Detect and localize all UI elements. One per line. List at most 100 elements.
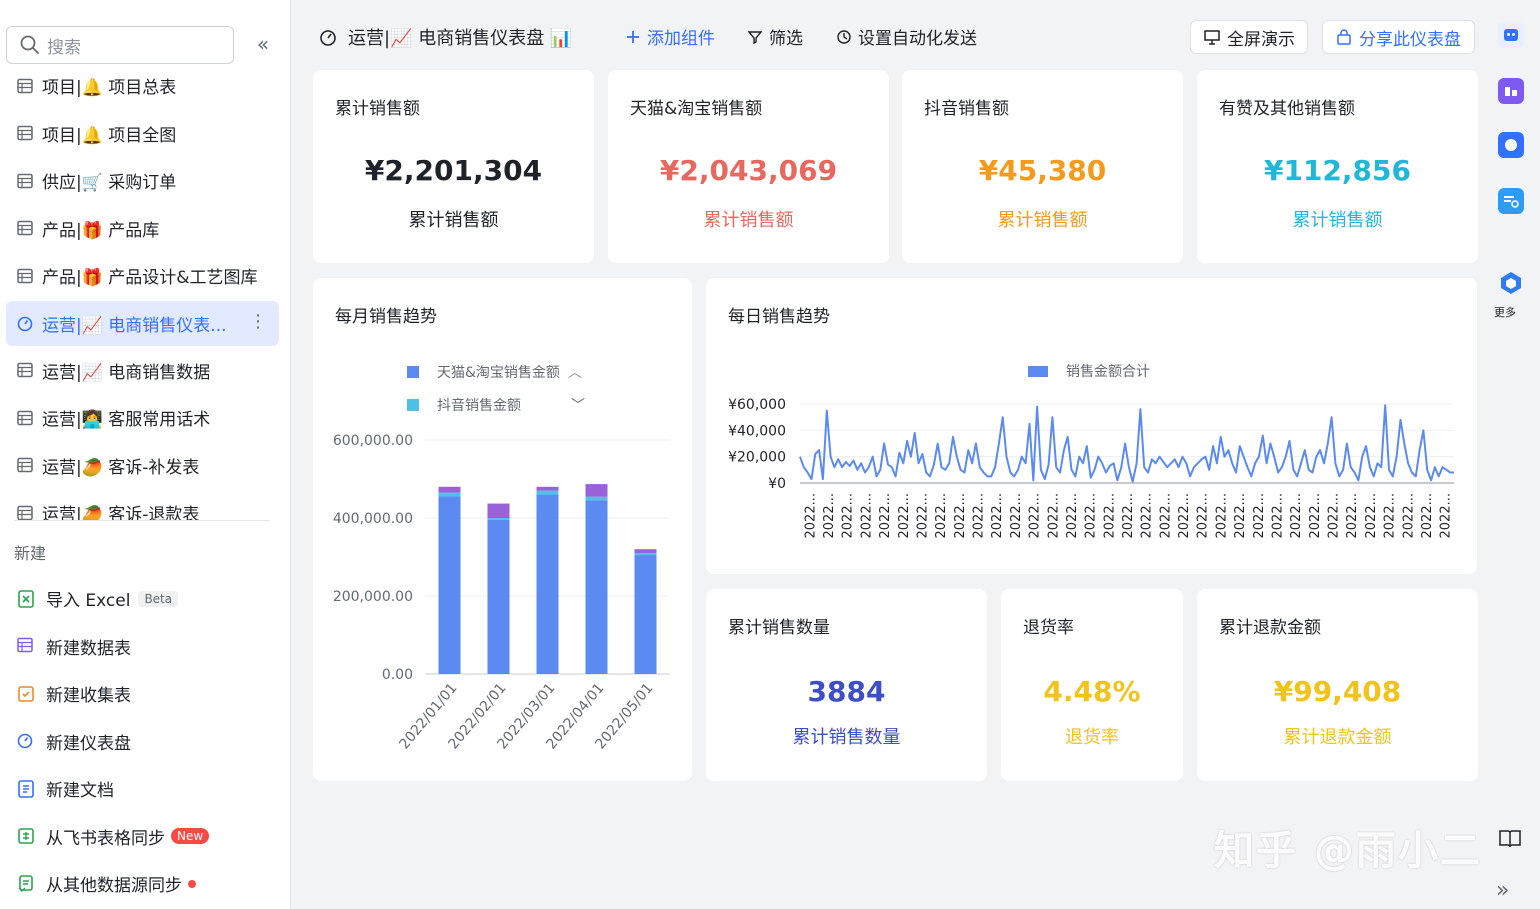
badge: Beta [138, 590, 179, 607]
bar-segment[interactable] [536, 486, 559, 491]
sales-line[interactable] [799, 404, 1454, 483]
bar-segment[interactable] [536, 494, 559, 674]
kpi-subtitle: 累计退款金额 [1283, 727, 1392, 748]
bar-segment[interactable] [487, 503, 510, 518]
watermark: 知乎 @雨小二 [1214, 828, 1482, 874]
sidebar-item[interactable]: 供应|🛒 采购订单 [6, 157, 279, 205]
kpi-value: 3884 [807, 675, 886, 708]
x-tick-label: 2022... [1121, 493, 1136, 538]
fullscreen-button[interactable]: 全屏演示 [1190, 20, 1308, 54]
new-item-label: 新建仪表盘 [46, 733, 131, 754]
table-icon [16, 456, 34, 474]
kpi-value: ¥2,043,069 [659, 154, 838, 187]
bar-segment[interactable] [487, 519, 510, 674]
collapse-sidebar-button[interactable]: « [252, 32, 274, 56]
assistant-icon[interactable] [1498, 22, 1524, 48]
badge: New [171, 828, 210, 845]
kpi-card-tmall-sales[interactable]: 天猫&淘宝销售额 ¥2,043,069 累计销售额 [608, 70, 889, 263]
new-item-label: 新建数据表 [46, 638, 131, 659]
app-grid-icon[interactable] [1498, 78, 1524, 104]
kpi-title: 抖音销售额 [924, 99, 1009, 119]
expand-rail-button[interactable]: » [1496, 878, 1509, 903]
new-item[interactable]: 从飞书表格同步 New [6, 813, 279, 861]
x-tick-label: 2022... [1383, 493, 1398, 538]
filter-button[interactable]: 筛选 [747, 24, 803, 49]
x-tick-label: 2022... [1065, 493, 1080, 538]
table-icon [16, 77, 34, 95]
automation-button[interactable]: 设置自动化发送 [836, 24, 977, 49]
more-apps-icon[interactable] [1498, 270, 1524, 296]
monthly-sales-chart-card[interactable]: 每月销售趋势 天猫&淘宝销售金额 ︿ 抖音销售金额 ﹀ 600,000.00 40… [313, 278, 692, 781]
new-item-label: 从飞书表格同步 [46, 828, 165, 849]
more-options-icon[interactable]: ⋮ [249, 311, 267, 332]
sidebar-item[interactable]: 项目|🔔 项目总表 [6, 62, 279, 110]
kpi-title: 累计销售额 [335, 99, 420, 119]
add-widget-button[interactable]: 添加组件 [625, 24, 715, 49]
x-tick-label: 2022... [1177, 493, 1192, 538]
x-tick-label: 2022... [1289, 493, 1304, 538]
sidebar-item[interactable]: 项目|🔔 项目全图 [6, 110, 279, 158]
new-item-label: 新建文档 [46, 781, 114, 802]
new-item[interactable]: 新建仪表盘 [6, 718, 279, 766]
new-item[interactable]: 新建收集表 [6, 670, 279, 718]
kpi-card-refund-amount[interactable]: 累计退款金额 ¥99,408 累计退款金额 [1197, 589, 1478, 781]
sidebar-item[interactable]: 运营|📈 电商销售数据 [6, 347, 279, 395]
bar-segment[interactable] [536, 490, 559, 495]
navigation-tree: 项目|🔔 项目总表项目|🔔 项目全图 供应|🛒 采购订单 产品|🎁 产品库 产品|🎁 … [6, 62, 279, 520]
y-tick-label: ¥60,000 [728, 397, 786, 413]
book-icon[interactable] [1498, 828, 1522, 850]
new-item[interactable]: 新建文档 [6, 765, 279, 813]
table-icon [16, 409, 34, 427]
bar-segment[interactable] [487, 518, 510, 520]
sidebar-item[interactable]: 运营|👩‍💻 客服常用话术 [6, 394, 279, 442]
dashboard-title-text: 运营|📈 电商销售仪表盘 📊 [348, 28, 573, 49]
more-label[interactable]: 更多 [1494, 304, 1516, 320]
right-rail: 更多 [1490, 0, 1540, 909]
bar-segment[interactable] [438, 496, 461, 674]
kpi-value: ¥112,856 [1263, 154, 1411, 187]
kpi-card-douyin-sales[interactable]: 抖音销售额 ¥45,380 累计销售额 [902, 70, 1183, 263]
sidebar-item[interactable]: 产品|🎁 产品设计&工艺图库 [6, 252, 279, 300]
kpi-card-return-rate[interactable]: 退货率 4.48% 退货率 [1001, 589, 1183, 781]
sidebar-item[interactable]: 产品|🎁 产品库 [6, 205, 279, 253]
bar-segment[interactable] [634, 555, 657, 674]
kpi-card-total-sales[interactable]: 累计销售额 ¥2,201,304 累计销售额 [313, 70, 594, 263]
kpi-card-youzan-sales[interactable]: 有赞及其他销售额 ¥112,856 累计销售额 [1197, 70, 1478, 263]
x-tick-label: 2022... [803, 493, 818, 538]
x-tick-label: 2022... [990, 493, 1005, 538]
share-dashboard-button[interactable]: 分享此仪表盘 [1322, 20, 1475, 54]
sidebar-item[interactable]: 运营|🥭 客诉-退款表 [6, 489, 279, 520]
x-tick-label: 2022... [1345, 493, 1360, 538]
search-doc-icon[interactable] [1498, 188, 1524, 214]
search-input[interactable]: 搜索 [6, 26, 234, 64]
automation-label: 设置自动化发送 [858, 29, 977, 49]
bar-segment[interactable] [585, 496, 608, 501]
presentation-icon [1204, 30, 1220, 45]
bar-segment[interactable] [634, 553, 657, 556]
kpi-title: 累计销售数量 [728, 618, 830, 638]
sidebar-item[interactable]: 运营|📈 电商销售仪表... ⋮ [6, 300, 279, 346]
x-tick-label: 2022... [1401, 493, 1416, 538]
bar-segment[interactable] [438, 492, 461, 497]
bar-segment[interactable] [634, 549, 657, 554]
x-tick-label: 2022... [1009, 493, 1024, 538]
bar-segment[interactable] [585, 500, 608, 674]
kpi-subtitle: 退货率 [1065, 727, 1119, 748]
datasource-sync-icon [16, 874, 36, 894]
sidebar-item[interactable]: 运营|🥭 客诉-补发表 [6, 442, 279, 490]
y-tick-label: 400,000.00 [333, 511, 413, 527]
sidebar-item-label: 项目|🔔 项目总表 [42, 78, 177, 99]
new-item[interactable]: 新建数据表 [6, 623, 279, 671]
sidebar-item-label: 运营|📈 电商销售仪表... [42, 315, 227, 336]
new-item[interactable]: 从其他数据源同步 [6, 860, 279, 908]
bar-segment[interactable] [438, 486, 461, 493]
kpi-card-sales-quantity[interactable]: 累计销售数量 3884 累计销售数量 [706, 589, 987, 781]
bar-segment[interactable] [585, 484, 608, 497]
comment-icon[interactable] [1498, 132, 1524, 158]
new-item[interactable]: 导入 Excel Beta [6, 575, 279, 623]
new-items-list: 导入 Excel Beta 新建数据表新建收集表新建仪表盘新建文档从飞书表格同步 Ne… [6, 575, 279, 908]
table-icon [16, 219, 34, 237]
daily-sales-chart-card[interactable]: 每日销售趋势 销售金额合计 ¥60,000 ¥40,000 ¥20,000 ¥0 202… [706, 278, 1477, 574]
dashboard-toolbar: 运营|📈 电商销售仪表盘 📊 添加组件 筛选 设置自动化发送 全屏演示 分享此仪… [300, 18, 1490, 58]
x-tick-label: 2022... [1233, 493, 1248, 538]
